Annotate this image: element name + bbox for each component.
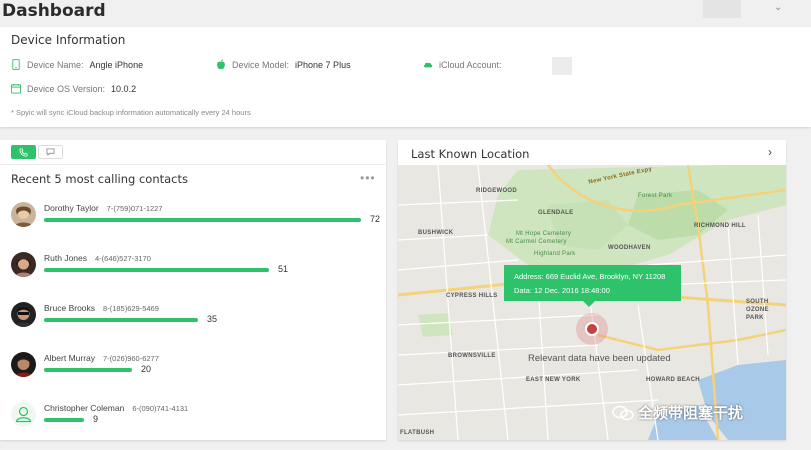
avatar — [11, 402, 36, 427]
contact-phone: 7-(759)071-1227 — [106, 204, 163, 213]
contact-phone: 7-(026)960-6277 — [103, 354, 159, 363]
map-label: RIDGEWOOD — [476, 188, 518, 194]
call-count: 51 — [278, 264, 289, 274]
call-count-bar — [44, 418, 84, 422]
location-map[interactable]: RIDGEWOOD GLENDALE Mt Hope Cemetery Mt C… — [398, 165, 786, 440]
location-pin-icon[interactable] — [585, 322, 599, 336]
contact-name: Dorothy Taylor — [44, 203, 99, 213]
contact-row[interactable]: Albert Murray 7-(026)960-6277 20 — [11, 352, 381, 392]
cloud-icon — [423, 62, 433, 68]
contact-name-line: Ruth Jones 4-(646)527-3170 — [44, 253, 151, 263]
device-info-title: Device Information — [11, 33, 126, 47]
location-title: Last Known Location — [411, 147, 530, 161]
watermark-text: 全频带阻塞干扰 — [638, 405, 744, 422]
tab-calls[interactable] — [11, 145, 36, 159]
contact-name-line: Dorothy Taylor 7-(759)071-1227 — [44, 203, 163, 213]
map-label: HOWARD BEACH — [646, 377, 700, 383]
map-label: RICHMOND HILL — [694, 223, 746, 229]
device-model-value: iPhone 7 Plus — [295, 59, 351, 70]
call-count-bar — [44, 218, 361, 222]
call-count-bar — [44, 318, 198, 322]
contact-name: Christopher Coleman — [44, 403, 125, 413]
contact-name-line: Bruce Brooks 8-(185)629-5469 — [44, 303, 159, 313]
contact-row[interactable]: Ruth Jones 4-(646)527-3170 51 — [11, 252, 381, 292]
icloud-account-item: iCloud Account: — [423, 59, 502, 70]
call-count: 9 — [93, 414, 99, 424]
phone-call-icon — [19, 147, 28, 157]
avatar — [11, 252, 36, 277]
device-os-item: Device OS Version: 10.0.2 — [11, 83, 136, 94]
tooltip-arrow — [583, 301, 595, 307]
contact-name: Albert Murray — [44, 353, 96, 363]
contact-row[interactable]: Bruce Brooks 8-(185)629-5469 35 — [11, 302, 381, 342]
map-label: EAST NEW YORK — [526, 377, 581, 383]
device-os-value: 10.0.2 — [111, 83, 137, 94]
avatar — [11, 352, 36, 377]
avatar — [11, 302, 36, 327]
map-label: CYPRESS HILLS — [446, 293, 498, 299]
map-label: GLENDALE — [538, 210, 574, 216]
map-label: Forest Park — [638, 193, 673, 199]
contact-name: Bruce Brooks — [44, 303, 96, 313]
top-bar: Dashboard ⌄ — [0, 0, 811, 26]
map-label: Highland Park — [534, 251, 576, 257]
location-header: Last Known Location › — [398, 140, 786, 165]
call-count: 20 — [141, 364, 152, 374]
apple-icon — [217, 59, 225, 70]
tab-messages[interactable] — [38, 145, 63, 159]
location-address: Address: 669 Euclid Ave, Brooklyn, NY 11… — [514, 272, 666, 281]
user-area-placeholder — [703, 0, 741, 18]
contacts-card: Recent 5 most calling contacts ••• Dorot… — [0, 140, 386, 440]
contacts-tabs — [11, 145, 63, 159]
contact-phone: 6-(090)741-4131 — [132, 404, 189, 413]
map-label: SOUTH OZONE PARK — [746, 299, 769, 321]
device-model-item: Device Model: iPhone 7 Plus — [216, 59, 351, 70]
icloud-account-redacted — [552, 57, 572, 75]
sync-footnote: * Spyic will sync iCloud backup informat… — [11, 108, 251, 117]
user-placeholder-icon — [15, 406, 32, 423]
contact-phone: 4-(646)527-3170 — [95, 254, 151, 263]
location-tooltip: Address: 669 Euclid Ave, Brooklyn, NY 11… — [504, 265, 681, 301]
more-options-icon[interactable]: ••• — [360, 171, 376, 185]
map-label: BROWNSVILLE — [448, 353, 496, 359]
map-label: WOODHAVEN — [608, 245, 651, 251]
device-information-card: Device Information Device Name: Angle iP… — [0, 27, 811, 127]
location-card: Last Known Location › RIDGEWOOD GLENDALE… — [398, 140, 786, 440]
wechat-icon — [612, 405, 634, 420]
chevron-down-icon[interactable]: ⌄ — [774, 2, 782, 13]
contact-row[interactable]: Dorothy Taylor 7-(759)071-1227 72 — [11, 202, 381, 242]
call-count-bar — [44, 268, 269, 272]
map-label: Mt Carmel Cemetery — [506, 239, 567, 245]
chevron-right-icon[interactable]: › — [768, 145, 772, 159]
device-model-label: Device Model: — [232, 59, 290, 70]
contact-row[interactable]: Christopher Coleman 6-(090)741-4131 9 — [11, 402, 381, 442]
tab-divider — [0, 164, 386, 165]
avatar — [11, 202, 36, 227]
message-icon — [46, 148, 55, 156]
contact-name: Ruth Jones — [44, 253, 87, 263]
location-date: Data: 12 Dec. 2016 18:48:00 — [514, 286, 610, 295]
contact-name-line: Albert Murray 7-(026)960-6277 — [44, 353, 159, 363]
call-count: 72 — [370, 214, 381, 224]
phone-icon — [12, 59, 20, 70]
map-label: Mt Hope Cemetery — [516, 231, 572, 237]
calendar-icon — [11, 83, 21, 94]
map-label: FLATBUSH — [400, 430, 435, 436]
map-status-text: Relevant data have been updated — [528, 353, 671, 364]
device-name-item: Device Name: Angle iPhone — [11, 59, 143, 70]
call-count-bar — [44, 368, 132, 372]
device-name-label: Device Name: — [27, 59, 84, 70]
contact-name-line: Christopher Coleman 6-(090)741-4131 — [44, 403, 188, 413]
watermark: 全频带阻塞干扰 — [612, 402, 743, 423]
contacts-title: Recent 5 most calling contacts — [11, 172, 188, 186]
device-name-value: Angle iPhone — [89, 59, 144, 70]
page-title: Dashboard — [2, 1, 106, 21]
call-count: 35 — [207, 314, 218, 324]
map-label: BUSHWICK — [418, 230, 454, 236]
icloud-account-label: iCloud Account: — [439, 59, 502, 70]
device-os-label: Device OS Version: — [27, 83, 106, 94]
contact-phone: 8-(185)629-5469 — [103, 304, 159, 313]
